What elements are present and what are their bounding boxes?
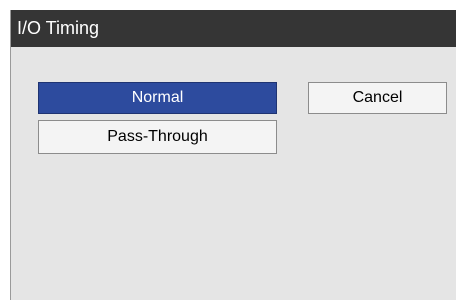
cancel-button-label: Cancel: [352, 89, 403, 106]
dialog-title: I/O Timing: [17, 18, 100, 38]
normal-option-button[interactable]: Normal: [38, 82, 277, 114]
io-timing-dialog: I/O Timing Normal Pass-Through Cancel: [10, 10, 456, 300]
cancel-button[interactable]: Cancel: [308, 82, 447, 114]
normal-option-label: Normal: [131, 89, 184, 106]
pass-through-option-button[interactable]: Pass-Through: [38, 120, 277, 154]
pass-through-option-label: Pass-Through: [107, 128, 208, 145]
dialog-title-bar: I/O Timing: [11, 10, 456, 47]
